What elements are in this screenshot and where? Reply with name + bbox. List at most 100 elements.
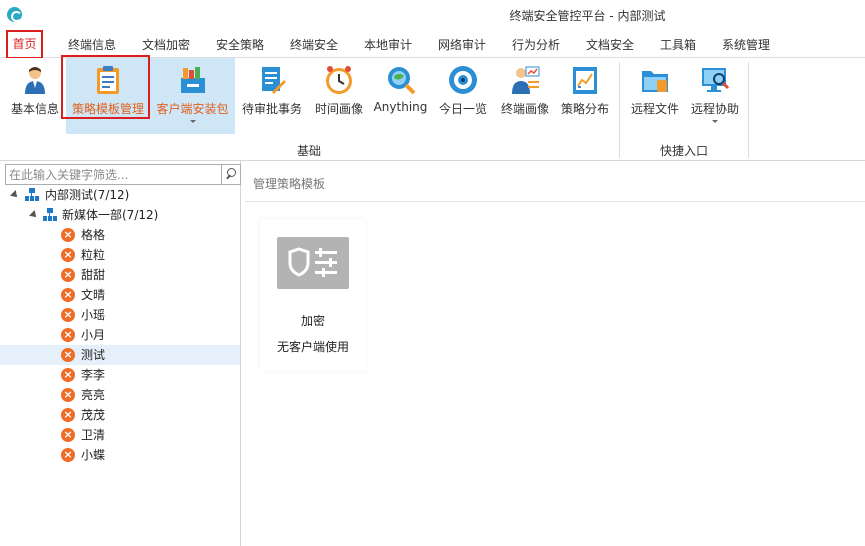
client-package-label: 客户端安装包: [156, 102, 229, 116]
title-bar: 终端安全管控平台 - 内部测试: [0, 0, 865, 30]
basic-info-label: 基本信息: [10, 102, 59, 116]
user-name: 测试: [81, 348, 106, 362]
today-overview-label: 今日一览: [438, 102, 487, 116]
user-name: 亮亮: [81, 388, 106, 402]
remote-file-button[interactable]: 远程文件: [625, 58, 685, 134]
user-name: 格格: [81, 228, 106, 242]
collapse-arrow-icon[interactable]: [29, 210, 39, 220]
pending-approval-label: 待审批事务: [241, 102, 302, 116]
tab-network-audit[interactable]: 网络审计: [438, 36, 486, 53]
tree-user[interactable]: × 粒粒: [0, 245, 240, 265]
remote-assist-icon: [702, 68, 730, 92]
offline-status-icon: ×: [61, 448, 75, 462]
tree-node-dept[interactable]: 新媒体一部(7/12): [0, 205, 240, 225]
remote-assist-button[interactable]: 远程协助: [686, 58, 744, 134]
user-icon: [25, 67, 45, 94]
user-name: 小蝶: [81, 448, 106, 462]
tab-doc-security[interactable]: 文档安全: [586, 36, 634, 53]
time-profile-button[interactable]: 时间画像: [309, 58, 369, 134]
highlight-frame: [61, 55, 150, 119]
terminal-profile-label: 终端画像: [500, 102, 549, 116]
offline-status-icon: ×: [61, 228, 75, 242]
tree-user[interactable]: × 小月: [0, 325, 240, 345]
user-name: 文晴: [81, 288, 106, 302]
tab-home[interactable]: 首页: [6, 30, 43, 59]
tree-user[interactable]: × 李李: [0, 365, 240, 385]
offline-status-icon: ×: [61, 288, 75, 302]
user-name: 粒粒: [81, 248, 106, 262]
approval-icon: [262, 67, 286, 94]
eye-icon: [449, 66, 477, 94]
offline-status-icon: ×: [61, 308, 75, 322]
menu-bar: 首页 终端信息 文档加密 安全策略 终端安全 本地审计 网络审计 行为分析 文档…: [0, 30, 865, 59]
shield-list-icon: [277, 237, 349, 289]
tab-terminal-info[interactable]: 终端信息: [68, 36, 116, 53]
org-icon: [25, 188, 39, 201]
window-title: 终端安全管控平台 - 内部测试: [509, 9, 666, 23]
folder-icon: [642, 71, 668, 92]
user-name: 小瑶: [81, 308, 106, 322]
breadcrumb: 管理策略模板: [253, 177, 326, 191]
remote-file-label: 远程文件: [630, 102, 679, 116]
org-icon: [43, 208, 57, 221]
tree-user[interactable]: × 卫清: [0, 425, 240, 445]
terminal-profile-icon: [512, 66, 540, 94]
left-panel: 内部测试(7/12) 新媒体一部(7/12) × 格格 × 粒粒 × 甜甜 × …: [0, 161, 241, 546]
tab-terminal-security[interactable]: 终端安全: [290, 36, 338, 53]
search-globe-icon: [387, 67, 415, 95]
search-icon[interactable]: [221, 165, 240, 184]
user-name: 茂茂: [81, 408, 106, 422]
user-name: 卫清: [81, 428, 106, 442]
pending-approval-button[interactable]: 待审批事务: [238, 58, 306, 134]
policy-distribution-button[interactable]: 策略分布: [556, 58, 614, 134]
tree-user[interactable]: × 甜甜: [0, 265, 240, 285]
tree-user[interactable]: × 亮亮: [0, 385, 240, 405]
chart-icon: [573, 67, 597, 94]
search-box: [5, 164, 241, 185]
anything-label: Anything: [373, 100, 428, 114]
tree-user-selected[interactable]: × 测试: [0, 345, 240, 365]
offline-status-icon: ×: [61, 368, 75, 382]
remote-assist-dropdown-icon[interactable]: [712, 120, 718, 123]
user-name: 甜甜: [81, 268, 106, 282]
offline-status-icon: ×: [61, 428, 75, 442]
package-icon: [180, 67, 205, 93]
search-input[interactable]: [6, 165, 220, 184]
clock-icon: [326, 66, 352, 94]
tree-user[interactable]: × 小蝶: [0, 445, 240, 465]
tree-user[interactable]: × 小瑶: [0, 305, 240, 325]
offline-status-icon: ×: [61, 348, 75, 362]
offline-status-icon: ×: [61, 268, 75, 282]
card-title: 加密: [300, 314, 325, 328]
tree-user[interactable]: × 茂茂: [0, 405, 240, 425]
offline-status-icon: ×: [61, 248, 75, 262]
tree-user[interactable]: × 文晴: [0, 285, 240, 305]
remote-assist-label: 远程协助: [690, 102, 739, 116]
policy-template-card[interactable]: 加密 无客户端使用: [260, 219, 366, 371]
client-package-button[interactable]: 客户端安装包: [150, 58, 235, 134]
user-name: 李李: [81, 368, 106, 382]
tab-toolbox[interactable]: 工具箱: [660, 36, 696, 53]
tree-user[interactable]: × 格格: [0, 225, 240, 245]
terminal-profile-button[interactable]: 终端画像: [495, 58, 555, 134]
tab-behavior-analysis[interactable]: 行为分析: [512, 36, 560, 53]
group-separator: [748, 62, 749, 158]
tab-local-audit[interactable]: 本地审计: [364, 36, 412, 53]
group-label-quick: 快捷入口: [660, 144, 709, 158]
tab-doc-encrypt[interactable]: 文档加密: [142, 36, 190, 53]
collapse-arrow-icon[interactable]: [10, 190, 20, 200]
today-overview-button[interactable]: 今日一览: [432, 58, 494, 134]
tab-security-policy[interactable]: 安全策略: [216, 36, 264, 53]
tree-node-root[interactable]: 内部测试(7/12): [0, 185, 240, 205]
group-label-basic: 基础: [297, 144, 322, 158]
client-package-dropdown-icon[interactable]: [189, 120, 196, 123]
tab-system-management[interactable]: 系统管理: [722, 36, 770, 53]
offline-status-icon: ×: [61, 388, 75, 402]
basic-info-button[interactable]: 基本信息: [4, 58, 66, 134]
content-panel: 管理策略模板 加密 无客户端使用: [245, 161, 865, 546]
anything-button[interactable]: Anything: [370, 58, 431, 134]
group-separator: [619, 62, 620, 158]
user-name: 小月: [81, 328, 106, 342]
policy-distribution-label: 策略分布: [560, 102, 609, 116]
divider: [245, 201, 865, 202]
